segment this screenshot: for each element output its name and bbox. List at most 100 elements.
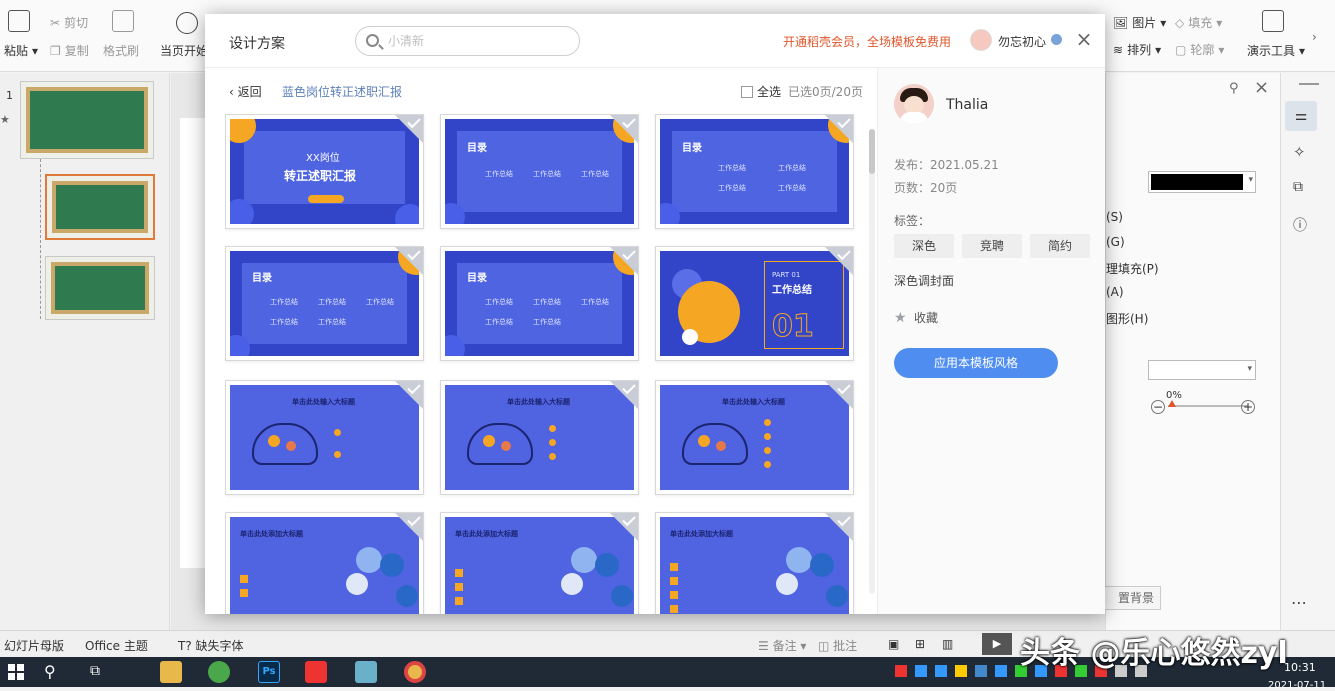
option-g[interactable]: (G) — [1106, 235, 1125, 249]
normal-view-icon[interactable]: ▣ — [888, 637, 899, 651]
option-picture-fill[interactable]: 理填充(P) — [1106, 260, 1159, 277]
slider-thumb[interactable] — [1168, 400, 1176, 407]
picture-icon: 🖼 — [1113, 15, 1129, 30]
page-card[interactable]: 单击此处添加大标题 — [655, 512, 854, 614]
presentation-tools-icon[interactable] — [1262, 10, 1284, 32]
page-card[interactable]: 单击此处输入大标题 — [655, 380, 854, 495]
slide-thumbnail-selected[interactable] — [45, 174, 155, 240]
vip-badge-icon — [1051, 34, 1062, 45]
side-toolbar: ⚌ ✧ ⧉ ⓘ ⋯ — [1280, 73, 1335, 630]
paste-icon[interactable] — [8, 10, 30, 32]
page-card[interactable]: 单击此处输入大标题 — [225, 380, 424, 495]
notes-button[interactable]: ☰ 备注 ▾ — [758, 637, 806, 654]
search-taskbar-icon[interactable]: ⚲ — [44, 662, 56, 681]
grid-view-icon[interactable]: ⊞ — [915, 637, 925, 651]
help-icon[interactable]: ⓘ — [1293, 215, 1307, 235]
page-card[interactable]: 目录 工作总结 工作总结 工作总结 工作总结 工作总结 — [440, 246, 639, 361]
search-box[interactable] — [355, 26, 580, 56]
copy-button[interactable]: ❐ 复制 — [50, 42, 89, 59]
presentation-tools-button[interactable]: 演示工具 ▾ — [1247, 42, 1305, 59]
task-view-icon[interactable]: ⧉ — [90, 663, 100, 679]
close-icon[interactable]: × — [1075, 29, 1093, 49]
search-input[interactable] — [388, 32, 568, 50]
menu-line-icon — [1299, 83, 1319, 85]
picture-button[interactable]: 🖼 图片 ▾ — [1113, 14, 1166, 31]
option-a[interactable]: (A) — [1106, 285, 1124, 299]
from-current-button[interactable]: 当页开始 — [160, 42, 208, 59]
comments-button[interactable]: ◫ 批注 — [818, 637, 857, 654]
apply-template-button[interactable]: 应用本模板风格 — [894, 348, 1058, 378]
app-icon[interactable] — [355, 661, 377, 683]
option-shape[interactable]: 图形(H) — [1106, 310, 1148, 327]
vip-promo-link[interactable]: 开通稻壳会员，全场模板免费用 — [783, 33, 951, 50]
slide-thumbnail[interactable] — [45, 256, 155, 320]
slide-master-label[interactable]: 幻灯片母版 — [4, 637, 64, 654]
avatar[interactable] — [970, 29, 992, 51]
transparency-slider[interactable] — [1168, 405, 1248, 407]
arrange-button[interactable]: ≋ 排列 ▾ — [1113, 41, 1161, 58]
chrome-icon[interactable] — [404, 661, 426, 683]
tag-link[interactable]: 深色调封面 — [894, 272, 954, 289]
slide-thumbnail[interactable] — [20, 81, 154, 159]
reset-background-button[interactable]: 置背景 — [1096, 586, 1161, 610]
missing-font-button[interactable]: T? 缺失字体 — [178, 637, 244, 654]
slide-thumbnail-panel: 1 ★ — [0, 73, 170, 630]
page-card[interactable]: PART 01 工作总结 01 — [655, 246, 854, 361]
magic-icon[interactable]: ✧ — [1293, 143, 1306, 161]
settings-sliders-icon[interactable]: ⚌ — [1285, 101, 1317, 131]
tag-button[interactable]: 竞聘 — [962, 234, 1022, 258]
scrollbar-thumb[interactable] — [869, 129, 875, 174]
wps-icon[interactable] — [305, 661, 327, 683]
more-icon[interactable]: ⋯ — [1291, 593, 1307, 612]
windows-start-icon[interactable] — [8, 664, 24, 680]
outline-icon: ▢ — [1175, 42, 1187, 57]
format-painter-icon[interactable] — [112, 10, 134, 32]
cut-button[interactable]: ✂ 剪切 — [50, 14, 88, 31]
favorite-button[interactable]: ★ 收藏 — [894, 309, 938, 326]
photoshop-icon[interactable]: Ps — [258, 661, 280, 683]
minus-icon[interactable]: − — [1151, 400, 1165, 414]
paste-button[interactable]: 粘贴 ▾ — [4, 42, 38, 59]
format-painter-button[interactable]: 格式刷 — [103, 42, 139, 59]
username[interactable]: 勿忘初心 — [998, 33, 1046, 50]
design-dialog: 设计方案 开通稻壳会员，全场模板免费用 勿忘初心 × ‹ 返回 蓝色岗位转正述职… — [205, 14, 1105, 614]
tag-button[interactable]: 简约 — [1030, 234, 1090, 258]
scissors-icon: ✂ — [50, 15, 61, 30]
taskbar-clock: 10:31 — [1284, 661, 1316, 674]
option-s[interactable]: (S) — [1106, 210, 1123, 224]
reading-view-icon[interactable]: ▥ — [942, 637, 953, 651]
play-slideshow-button[interactable]: ▶ — [982, 633, 1012, 655]
page-count: 页数：20页 — [894, 181, 958, 195]
page-card[interactable]: 单击此处输入大标题 — [440, 380, 639, 495]
page-card[interactable]: 目录 工作总结 工作总结 工作总结 工作总结 工作总结 — [225, 246, 424, 361]
page-card[interactable]: 单击此处添加大标题 — [225, 512, 424, 614]
page-card[interactable]: 目录 工作总结 工作总结 工作总结 工作总结 — [655, 114, 854, 229]
transition-icon[interactable]: ⧉ — [1293, 179, 1303, 195]
chevron-left-icon: ‹ — [229, 85, 234, 99]
author-name: Thalia — [946, 97, 989, 113]
play-icon[interactable] — [176, 12, 198, 34]
back-button[interactable]: ‹ 返回 — [229, 83, 262, 100]
copy-icon: ❐ — [50, 43, 61, 58]
plus-icon[interactable]: + — [1241, 400, 1255, 414]
page-card[interactable]: XX岗位 转正述职汇报 — [225, 114, 424, 229]
pin-icon[interactable]: ⚲ — [1229, 81, 1239, 96]
pane-close-icon[interactable]: × — [1254, 77, 1269, 98]
tag-button[interactable]: 深色 — [894, 234, 954, 258]
dropdown-select[interactable]: ▾ — [1148, 360, 1256, 380]
page-card[interactable]: 单击此处添加大标题 — [440, 512, 639, 614]
grid-scrollbar[interactable] — [869, 129, 875, 594]
browser-icon[interactable] — [208, 661, 230, 683]
page-card[interactable]: 目录 工作总结 工作总结 工作总结 — [440, 114, 639, 229]
office-theme-label[interactable]: Office 主题 — [85, 637, 148, 654]
outline-button[interactable]: ▢ 轮廓 ▾ — [1175, 41, 1224, 58]
file-explorer-icon[interactable] — [160, 661, 182, 683]
slide-number: 1 — [6, 89, 13, 102]
transparency-value: 0% — [1166, 390, 1182, 401]
color-select[interactable]: ▾ — [1148, 171, 1256, 193]
page-preview: XX岗位 转正述职汇报 — [230, 119, 419, 224]
property-pane: ⚲ × ▾ (S) (G) 理填充(P) (A) 图形(H) ▾ − 0% + … — [1096, 73, 1280, 630]
fill-button[interactable]: ◇ 填充 ▾ — [1175, 14, 1222, 31]
ribbon-scroll-right[interactable]: › — [1312, 30, 1317, 44]
select-all-checkbox[interactable]: 全选 — [741, 83, 781, 100]
